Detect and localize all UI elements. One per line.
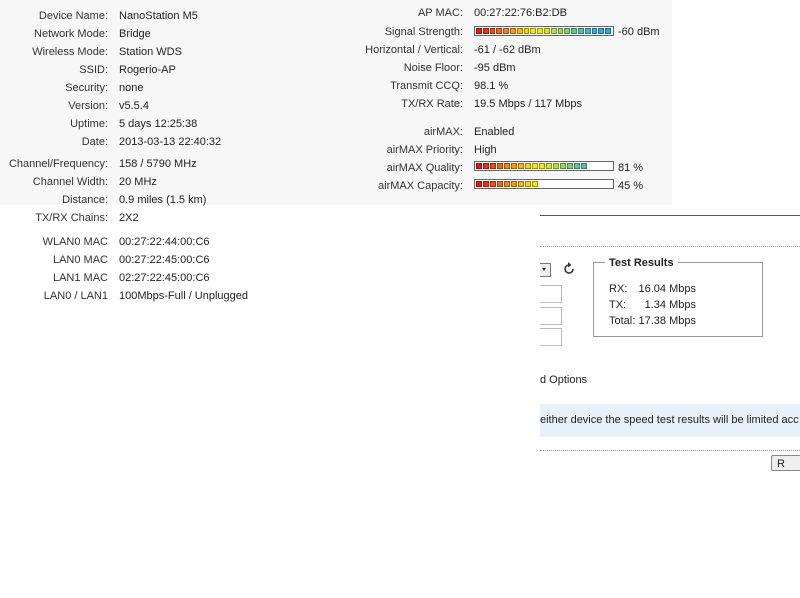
meter-segment: [591, 28, 598, 34]
meter-segment: [516, 28, 523, 34]
airmax-capacity-meter: [474, 179, 614, 189]
signal-strength-label: Signal Strength:: [384, 26, 463, 38]
airmax-quality-value: 81 %: [618, 162, 644, 174]
speed-test-notice: either device the speed test results wil…: [540, 404, 800, 437]
transmit-ccq-value: 98.1 %: [474, 80, 509, 92]
meter-segment: [560, 163, 566, 169]
meter-segment: [503, 28, 509, 34]
meter-segment: [476, 28, 482, 34]
dropdown-arrow-icon[interactable]: [540, 263, 551, 277]
device-info-value: 00:27:22:44:00:C6: [119, 236, 210, 248]
meter-segment: [523, 28, 530, 34]
test-results-title: Test Results: [605, 257, 678, 269]
meter-segment: [476, 181, 482, 187]
meter-segment: [518, 181, 524, 187]
meter-segment: [532, 163, 538, 169]
airmax-capacity-label: airMAX Capacity:: [378, 180, 463, 192]
device-info-label: Distance:: [62, 194, 108, 206]
meter-segment: [476, 163, 482, 169]
airmax-capacity-value: 45 %: [618, 180, 644, 192]
meter-segment: [525, 163, 531, 169]
device-info-value: 100Mbps-Full / Unplugged: [119, 290, 249, 302]
meter-segment: [483, 181, 489, 187]
section-divider: [540, 215, 800, 216]
ap-mac-label: AP MAC:: [417, 7, 463, 19]
signal-strength-value: -60 dBm: [618, 26, 660, 38]
meter-segment: [532, 181, 538, 187]
meter-segment: [550, 28, 557, 34]
meter-segment: [543, 28, 550, 34]
meter-segment: [483, 163, 489, 169]
signal-strength-meter: [474, 26, 614, 36]
meter-segment: [574, 163, 580, 169]
meter-segment: [497, 163, 503, 169]
meter-segment: [553, 163, 559, 169]
device-info-label: LAN0 MAC: [52, 254, 108, 266]
device-info-value: 00:27:22:45:00:C6: [119, 254, 210, 266]
device-info-value: 2X2: [119, 212, 139, 224]
meter-segment: [557, 28, 564, 34]
meter-segment: [496, 28, 503, 34]
run-test-button[interactable]: R: [771, 455, 800, 471]
txrx-rate-label: TX/RX Rate:: [401, 98, 463, 110]
meter-segment: [546, 163, 552, 169]
meter-segment: [564, 28, 571, 34]
meter-segment: [581, 163, 587, 169]
meter-segment: [598, 28, 605, 34]
meter-segment: [489, 28, 496, 34]
ap-mac-value: 00:27:22:76:B2:DB: [474, 7, 567, 19]
meter-segment: [577, 28, 584, 34]
horizontal-vertical-value: -61 / -62 dBm: [474, 44, 541, 56]
meter-segment: [490, 181, 496, 187]
meter-segment: [490, 163, 496, 169]
meter-segment: [567, 163, 573, 169]
device-info-value: 0.9 miles (1.5 km): [119, 194, 207, 206]
tx-value: 1.34 Mbps: [644, 299, 696, 311]
meter-segment: [584, 28, 591, 34]
speed-test-panel: Test Results RX: 16.04 Mbps TX: 1.34 Mbp…: [540, 205, 800, 598]
meter-segment: [605, 28, 611, 34]
meter-segment: [530, 28, 537, 34]
section-divider-dotted-bottom: [540, 450, 800, 451]
meter-segment: [482, 28, 489, 34]
airmax-priority-label: airMAX Priority:: [386, 144, 463, 156]
airmax-priority-value: High: [474, 144, 497, 156]
device-info-value: 02:27:22:45:00:C6: [119, 272, 210, 284]
section-divider-dotted: [540, 246, 800, 247]
airmax-value: Enabled: [474, 126, 515, 138]
horizontal-vertical-label: Horizontal / Vertical:: [365, 44, 463, 56]
airmax-quality-meter: [474, 161, 614, 171]
airmax-quality-label: airMAX Quality:: [386, 162, 463, 174]
meter-segment: [497, 181, 503, 187]
total-value: 17.38 Mbps: [638, 315, 696, 327]
meter-segment: [537, 28, 543, 34]
noise-floor-value: -95 dBm: [474, 62, 516, 74]
meter-segment: [518, 163, 524, 169]
meter-segment: [504, 181, 510, 187]
device-info-label: LAN1 MAC: [52, 272, 108, 284]
device-info-label: TX/RX Chains:: [35, 212, 108, 224]
meter-segment: [504, 163, 510, 169]
noise-floor-label: Noise Floor:: [403, 62, 463, 74]
status-panel: Device Name: NanoStation M5 Network Mode: B…: [0, 0, 672, 302]
transmit-ccq-label: Transmit CCQ:: [390, 80, 463, 92]
airmax-label: airMAX:: [423, 126, 463, 138]
test-server-field[interactable]: [540, 285, 562, 303]
rx-value: 16.04 Mbps: [638, 283, 696, 295]
meter-segment: [509, 28, 516, 34]
meter-segment: [525, 181, 531, 187]
test-username-field[interactable]: [540, 307, 562, 325]
meter-segment: [539, 163, 545, 169]
speed-test-notice-text: either device the speed test results wil…: [540, 414, 799, 426]
meter-segment: [511, 181, 517, 187]
advanced-options-link[interactable]: d Options: [540, 373, 587, 387]
txrx-rate-value: 19.5 Mbps / 117 Mbps: [474, 98, 583, 110]
meter-segment: [511, 163, 517, 169]
device-info-label: LAN0 / LAN1: [43, 290, 108, 302]
refresh-icon[interactable]: [562, 262, 576, 276]
meter-segment: [571, 28, 577, 34]
test-password-field[interactable]: [540, 328, 562, 346]
device-info-label: WLAN0 MAC: [42, 236, 108, 248]
